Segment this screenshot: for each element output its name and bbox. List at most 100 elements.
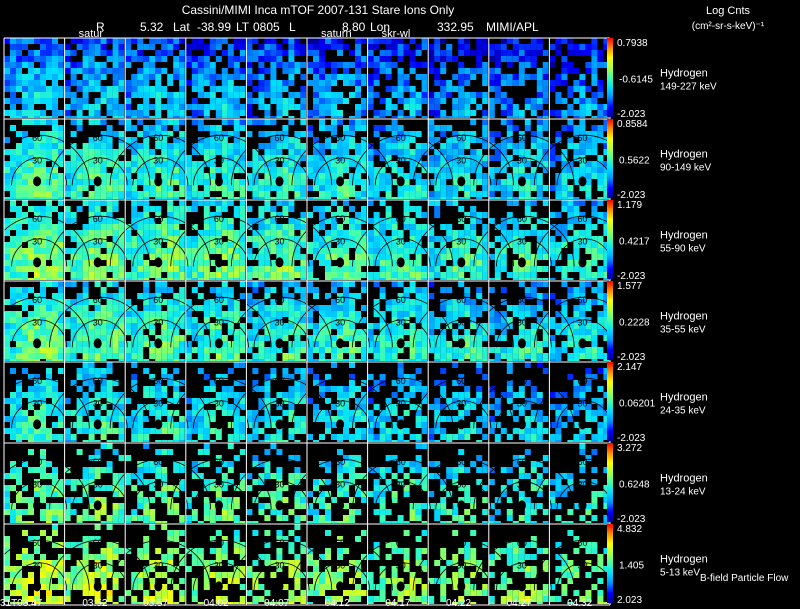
pixel-cell [470,50,477,56]
pixel-cell [300,287,306,293]
pixel-cell [270,197,277,199]
pixel-cell [167,323,174,329]
pixel-cell [4,266,10,272]
pixel-cell [415,98,422,104]
pixel-cell [46,299,52,305]
pixel-cell [125,230,132,236]
pixel-cell [482,185,488,191]
pixel-cell [58,278,64,280]
pixel-cell [173,335,180,341]
pixel-cell [379,125,386,131]
pixel-cell [143,236,150,242]
pixel-cell [597,272,604,278]
pixel-cell [191,56,198,62]
pixel-cell [391,248,398,254]
pixel-cell [167,272,174,278]
pixel-cell [155,74,162,80]
pixel-cell [179,260,185,266]
pixel-cell [131,110,138,116]
pixel-cell [446,230,453,236]
pixel-cell [252,98,259,104]
pixel-cell [294,62,301,68]
pixel-cell [500,311,507,317]
pixel-cell [331,149,337,155]
pixel-cell [561,206,568,212]
pixel-cell [464,248,471,254]
pixel-cell [34,116,40,118]
pixel-cell [264,86,271,92]
pixel-cell [88,191,95,197]
pixel-cell [246,317,253,323]
pixel-cell [167,347,174,353]
pixel-cell [343,149,349,155]
pixel-cell [246,341,253,347]
pixel-cell [22,341,28,347]
pixel-cell [355,293,361,299]
pixel-cell [88,329,95,335]
pixel-cell [567,92,574,98]
pixel-cell [167,185,174,191]
pixel-cell [137,353,144,359]
pixel-cell [367,50,374,56]
pixel-cell [379,353,386,359]
pixel-cell [161,173,168,179]
pixel-cell [28,104,34,110]
pixel-cell [288,278,295,280]
pixel-cell [421,287,428,293]
pixel-cell [524,98,531,104]
pixel-cell [500,191,507,197]
pixel-cell [361,260,367,266]
pixel-cell [482,266,488,272]
pixel-cell [22,329,28,335]
pixel-cell [88,44,95,50]
pixel-cell [434,125,441,131]
pixel-cell [506,197,513,199]
pixel-cell [591,68,598,74]
pixel-cell [494,155,501,161]
pixel-cell [239,92,246,98]
pixel-cell [313,92,319,98]
pixel-cell [173,206,180,212]
pixel-cell [270,92,277,98]
pixel-cell [458,206,465,212]
pixel-cell [373,434,380,440]
pixel-cell [10,278,16,280]
pixel-cell [524,278,531,280]
pixel-cell [288,224,295,230]
pixel-cell [421,116,428,118]
pixel-cell [482,143,488,149]
pixel-cell [367,434,374,440]
pixel-cell [22,197,28,199]
pixel-cell [143,44,150,50]
pixel-cell [385,224,392,230]
pixel-cell [191,272,198,278]
pixel-cell [597,212,604,218]
pixel-cell [209,197,216,199]
pixel-cell [167,206,174,212]
pixel-cell [536,74,543,80]
pixel-cell [203,155,210,161]
pixel-cell [40,62,46,68]
pixel-cell [4,242,10,248]
pixel-cell [34,206,40,212]
pixel-cell [391,329,398,335]
pixel-cell [415,293,422,299]
pixel-cell [143,185,150,191]
pixel-cell [500,38,507,44]
pixel-cell [585,353,592,359]
pixel-cell [591,353,598,359]
pixel-cell [367,197,374,199]
pixel-cell [270,347,277,353]
pixel-cell [518,68,525,74]
pixel-cell [288,38,295,44]
pixel-cell [22,254,28,260]
pixel-cell [64,80,71,86]
pixel-cell [34,197,40,199]
pixel-cell [4,197,10,199]
pixel-cell [64,56,71,62]
pixel-cell [64,248,71,254]
pixel-cell [100,224,107,230]
pixel-cell [397,98,404,104]
pixel-cell [149,116,156,118]
pixel-cell [40,440,46,442]
